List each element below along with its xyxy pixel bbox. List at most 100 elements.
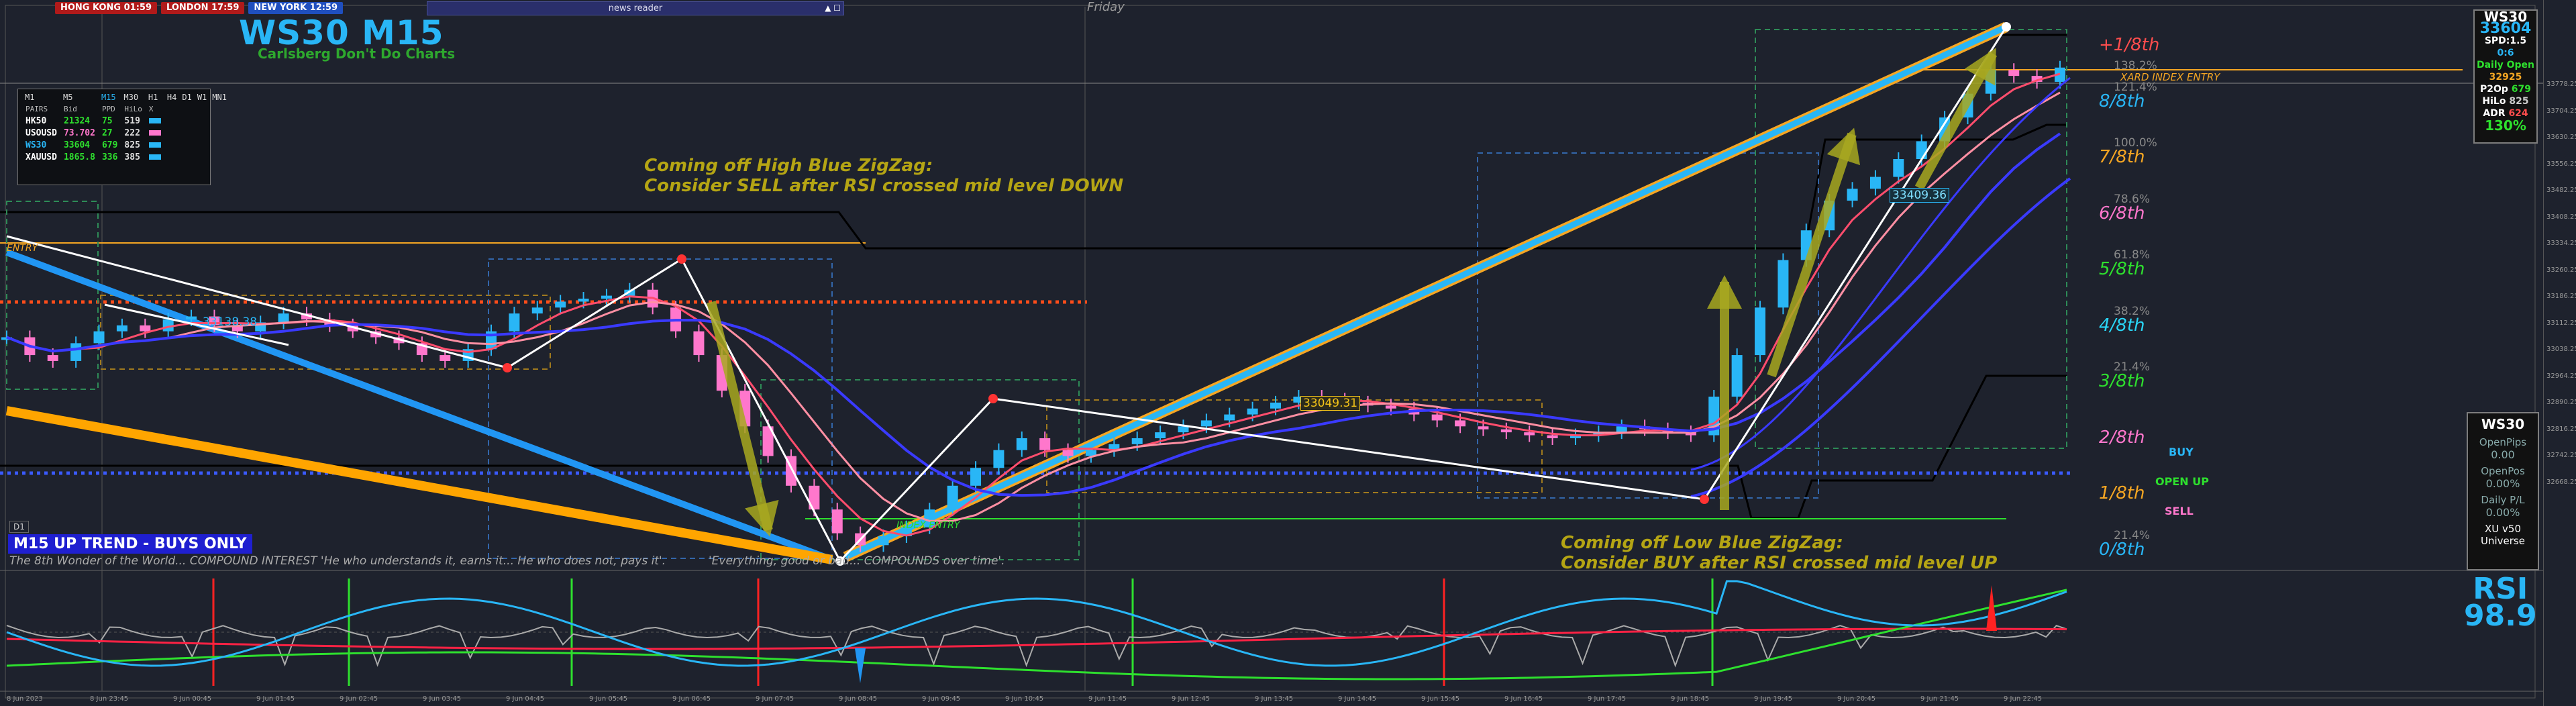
time-axis-label: 9 Jun 00:45 [173, 695, 211, 703]
candle-body [1616, 426, 1627, 433]
candle-body [531, 307, 543, 314]
pair-ppd: 75 [101, 115, 113, 126]
price-tag-2: 33049.31 [1300, 396, 1361, 411]
timeframe-w1[interactable]: W1 [195, 92, 209, 103]
timeframe-m15[interactable]: M15 [99, 92, 121, 103]
d1-button[interactable]: D1 [9, 521, 29, 533]
timeframe-d1[interactable]: D1 [179, 92, 194, 103]
candle-body [1039, 438, 1051, 450]
pair-x [146, 151, 164, 163]
pair-hilo: 222 [124, 128, 140, 138]
pair-color-chip [148, 130, 161, 136]
candle-body [1178, 426, 1189, 433]
time-axis-label: 9 Jun 03:45 [423, 695, 461, 703]
price-scale-label: 33260.25 [2546, 266, 2576, 274]
murrey-label: 7/8th [2099, 147, 2145, 167]
pair-hilo: 385 [124, 152, 140, 162]
news-reader-label: news reader [608, 3, 663, 13]
timeframe-row: M1 M5 M15 M30 H1 H4 D1 W1 MN1 [22, 92, 229, 103]
candle-body [440, 355, 451, 361]
pct-138: 138.2% [2114, 59, 2157, 72]
pair-pair: HK50 [25, 115, 47, 126]
open-pips-label: OpenPips [2479, 436, 2527, 448]
pair-row[interactable]: USOUSD 73.702 27 222 [22, 127, 229, 139]
rsi-readout: RSI 98.9 [2464, 574, 2537, 633]
timeframe-h4[interactable]: H4 [164, 92, 179, 103]
footer-quote-right: 'Everything, good or bad... COMPOUNDS ov… [709, 554, 1005, 568]
timeframe-m30[interactable]: M30 [121, 92, 146, 103]
pair-ppd: 27 [101, 128, 113, 138]
price-scale-label: 32742.25 [2546, 452, 2576, 459]
price-scale-label: 32964.25 [2546, 372, 2576, 380]
candle-body [578, 299, 589, 302]
pair-row[interactable]: HK50 21324 75 519 [22, 115, 229, 127]
rsi-value: 98.9 [2464, 599, 2537, 633]
candle-body [1131, 438, 1143, 444]
sell-signal-label: SELL [2165, 505, 2194, 517]
candle-body [93, 331, 105, 344]
price-tag-1: 33138.38 [203, 315, 258, 329]
candle-body [1869, 176, 1881, 189]
candle-body [2008, 70, 2020, 77]
candle-body [947, 485, 958, 510]
price-scale-label: 33704.25 [2546, 107, 2576, 115]
time-axis-label: 8 Jun 2023 [7, 695, 43, 703]
timeframe-mn1[interactable]: MN1 [209, 92, 229, 103]
candle-body [509, 313, 520, 332]
session-hong-kong: HONG KONG 01:59 [55, 2, 158, 14]
candle-body [116, 325, 127, 332]
murrey-pct: 61.8% [2114, 248, 2151, 262]
price-scale[interactable]: 33778.25 33704.25 33630.25 33556.25 33482.25… [2543, 0, 2576, 706]
open-up-label: OPEN UP [2155, 475, 2209, 488]
time-axis-label: 9 Jun 22:45 [2004, 695, 2042, 703]
pair-color-chip [148, 142, 161, 148]
candle-body [70, 343, 82, 361]
price-scale-label: 32890.25 [2546, 399, 2576, 406]
price-chart[interactable]: 8 Jun 2023 8 Jun 23:45 9 Jun 00:45 9 Jun 01… [0, 0, 2576, 706]
price-scale-label: 33112.25 [2546, 319, 2576, 327]
pair-row[interactable]: WS30 33604 679 825 [22, 139, 229, 151]
pair-row[interactable]: XAUUSD 1865.8 336 385 [22, 151, 229, 163]
murrey-pct: 121.4% [2114, 80, 2157, 94]
header-pairs: PAIRS [25, 104, 48, 113]
timeframe-m5[interactable]: M5 [60, 92, 99, 103]
news-reader-bar[interactable]: news reader ▲ ☐ [427, 1, 844, 15]
pair-pair: WS30 [25, 140, 47, 150]
candle-body [1524, 432, 1535, 436]
murrey-label: 3/8th [2099, 371, 2145, 391]
timeframe-h1[interactable]: H1 [146, 92, 164, 103]
buy-annotation-line1: Coming off Low Blue ZigZag: [1561, 533, 1843, 553]
pair-bid: 73.702 [63, 128, 95, 138]
murrey-pct: 21.4% [2114, 360, 2151, 374]
candle-body [1062, 450, 1074, 456]
pair-hilo: 825 [124, 140, 140, 150]
zigzag-node [677, 254, 686, 264]
time-axis-label: 9 Jun 15:45 [1421, 695, 1459, 703]
news-reader-controls[interactable]: ▲ ☐ [825, 2, 841, 15]
time-axis-label: 9 Jun 08:45 [839, 695, 877, 703]
murrey-label: 2/8th [2099, 427, 2145, 448]
candle-body [1270, 402, 1282, 409]
info-daily-open: 32925 [2489, 72, 2522, 83]
time-axis-label: 9 Jun 06:45 [672, 695, 711, 703]
time-axis-label: 9 Jun 11:45 [1088, 695, 1127, 703]
info-row-value: 825 [2509, 96, 2529, 107]
open-pips-value: 0.00 [2491, 448, 2515, 461]
chart-background [0, 0, 2543, 706]
open-pos-value: 0.00% [2485, 477, 2520, 490]
time-axis-label: 9 Jun 19:45 [1754, 695, 1792, 703]
trade-symbol: WS30 [2481, 416, 2525, 432]
time-axis-label: 9 Jun 09:45 [922, 695, 960, 703]
candle-body [1431, 414, 1443, 421]
trade-panel: WS30 OpenPips 0.00 OpenPos 0.00% Daily P… [2467, 412, 2539, 570]
murrey-pct: 100.0% [2114, 136, 2157, 150]
pair-x [146, 139, 164, 151]
header-bid: Bid [63, 104, 77, 113]
candle-body [1478, 426, 1489, 430]
murrey-label: 0/8th [2099, 539, 2145, 560]
timeframe-m1[interactable]: M1 [22, 92, 60, 103]
candle-body [1385, 405, 1396, 409]
candle-body [1547, 435, 1558, 438]
sell-annotation: Coming off High Blue ZigZag: Consider SE… [644, 156, 1123, 196]
index-entry-label: INDEX ENTRY [896, 520, 960, 531]
